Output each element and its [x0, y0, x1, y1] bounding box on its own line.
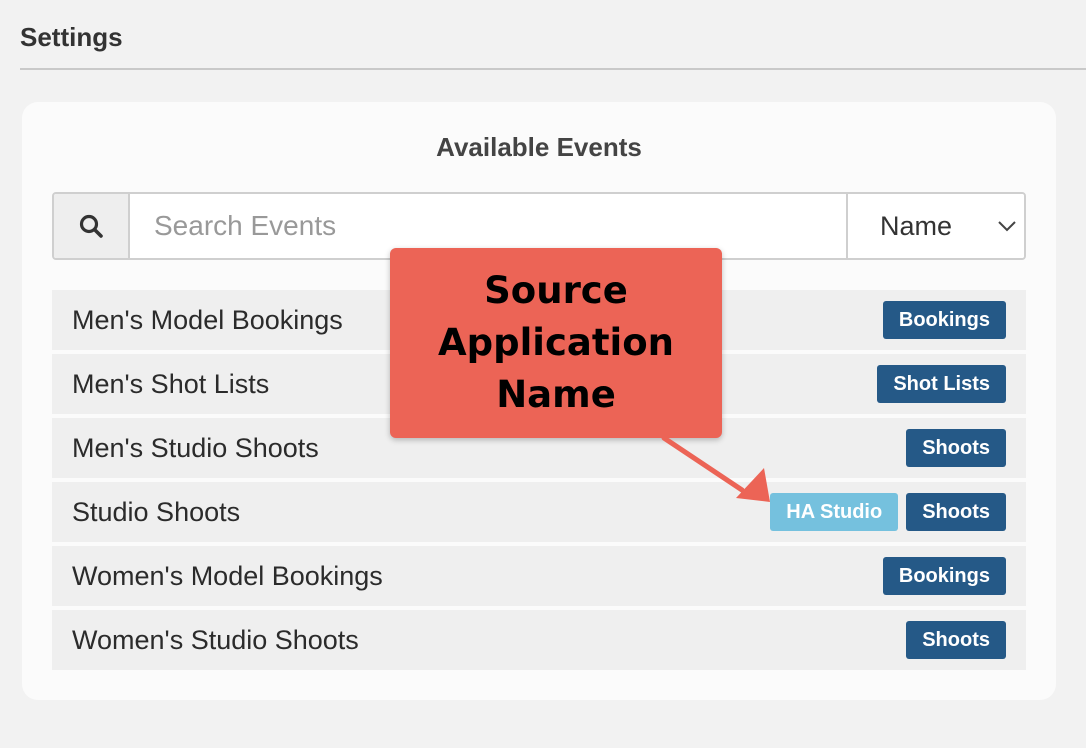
- event-badges: Shot Lists: [877, 365, 1006, 403]
- annotation-callout: Source Application Name: [390, 248, 722, 438]
- event-name: Men's Model Bookings: [72, 304, 343, 335]
- event-badges: Bookings: [882, 557, 1006, 595]
- event-type-badge: Shoots: [906, 429, 1006, 467]
- page-title: Settings: [20, 22, 123, 52]
- event-row[interactable]: Women's Studio Shoots Shoots: [52, 610, 1026, 670]
- event-type-badge: Shoots: [906, 493, 1006, 531]
- event-name: Men's Studio Shoots: [72, 432, 319, 463]
- source-application-badge: HA Studio: [770, 493, 899, 531]
- event-name: Men's Shot Lists: [72, 368, 270, 399]
- callout-text-line: Application: [437, 321, 674, 364]
- event-type-badge: Shoots: [906, 621, 1006, 659]
- chevron-down-icon: [998, 221, 1016, 232]
- callout-text-line: Source: [484, 269, 628, 312]
- event-row[interactable]: Studio Shoots HA Studio Shoots: [52, 482, 1026, 542]
- panel-title: Available Events: [436, 132, 642, 162]
- search-button[interactable]: [54, 194, 130, 258]
- event-badges: Bookings: [882, 301, 1006, 339]
- event-name: Women's Studio Shoots: [72, 624, 359, 655]
- sort-select[interactable]: Name: [846, 194, 1024, 258]
- search-icon: [79, 214, 103, 238]
- event-badges: Shoots: [906, 621, 1006, 659]
- event-type-badge: Bookings: [882, 301, 1006, 339]
- callout-text-line: Name: [496, 373, 616, 416]
- event-badges: Shoots: [906, 429, 1006, 467]
- settings-page: Settings Available Events Name Men's Mod…: [0, 0, 1086, 748]
- settings-header: Settings: [20, 0, 1086, 70]
- sort-selected-value: Name: [880, 210, 953, 241]
- event-type-badge: Shot Lists: [877, 365, 1006, 403]
- event-name: Women's Model Bookings: [72, 560, 383, 591]
- event-row[interactable]: Women's Model Bookings Bookings: [52, 546, 1026, 606]
- event-type-badge: Bookings: [882, 557, 1006, 595]
- event-badges: HA Studio Shoots: [770, 493, 1006, 531]
- event-name: Studio Shoots: [72, 496, 241, 527]
